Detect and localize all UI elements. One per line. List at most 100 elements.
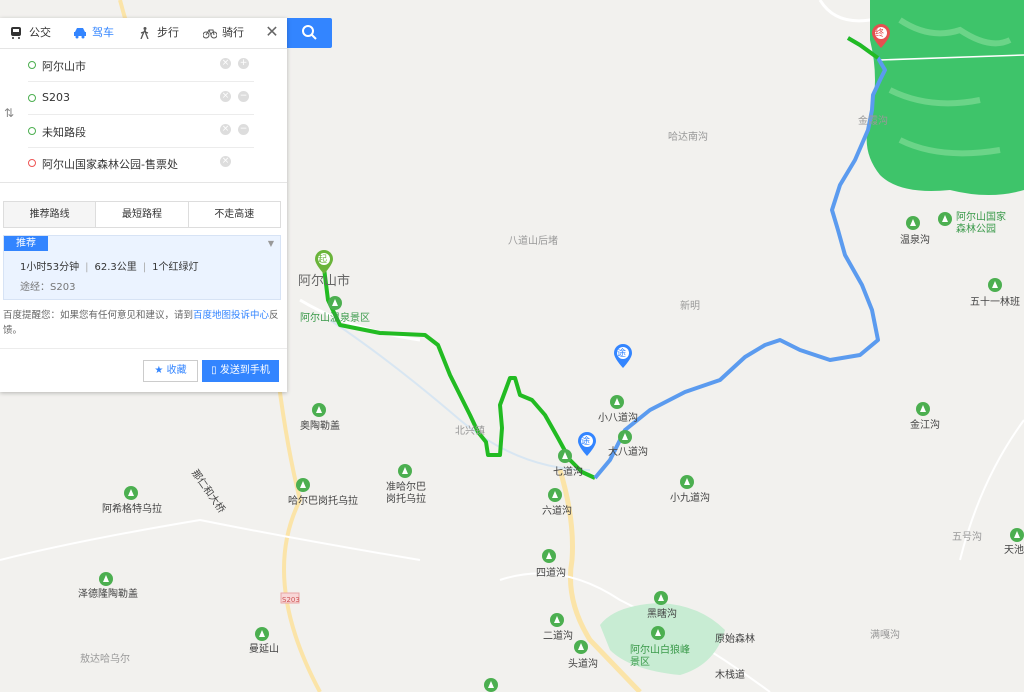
tree-poi-icon[interactable]: [484, 678, 498, 692]
place-label: 奥陶勒盖: [300, 421, 340, 432]
place-label: 黑瞎沟: [647, 609, 677, 620]
mode-car[interactable]: 驾车: [73, 18, 114, 48]
place-label: 哈达南沟: [668, 132, 708, 143]
place-label: 八道山后堵: [508, 236, 558, 247]
tab-no-highway[interactable]: 不走高速: [189, 202, 280, 227]
tree-poi-icon[interactable]: [916, 402, 930, 416]
bike-icon: [203, 29, 217, 39]
tree-poi-icon[interactable]: [548, 488, 562, 502]
waypoint-dot: [28, 94, 36, 102]
car-icon: [74, 28, 86, 39]
waypoint-label[interactable]: S203: [42, 91, 70, 104]
tree-poi-icon[interactable]: [558, 449, 572, 463]
poi-label[interactable]: 阿尔山国家 森林公园: [956, 212, 1006, 236]
place-label: 满嘎沟: [870, 630, 900, 641]
tree-poi-icon[interactable]: [651, 626, 665, 640]
place-label: 敖达哈乌尔: [80, 654, 130, 665]
forest-park-area: [866, 0, 1024, 195]
route-duration: 1小时53分钟: [20, 262, 80, 273]
waypoint-row[interactable]: 阿尔山国家森林公园-售票处 ×: [28, 147, 254, 179]
tab-recommended[interactable]: 推荐路线: [4, 202, 97, 227]
waypoint-label[interactable]: 阿尔山国家森林公园-售票处: [42, 156, 178, 172]
route-distance: 62.3公里: [94, 262, 137, 273]
tree-poi-icon[interactable]: [938, 212, 952, 226]
search-icon: [302, 25, 317, 40]
place-label: 七道沟: [553, 467, 583, 478]
complaint-center-link[interactable]: 百度地图投诉中心: [193, 310, 269, 321]
add-waypoint-icon[interactable]: +: [238, 58, 249, 69]
via-marker[interactable]: 途: [614, 344, 632, 368]
place-label: 头道沟: [568, 659, 598, 670]
place-label: 准哈尔巴 岗托乌拉: [386, 482, 426, 505]
waypoint-label[interactable]: 阿尔山市: [42, 58, 86, 74]
bus-icon: [11, 27, 21, 39]
place-label: 曼延山: [249, 644, 279, 655]
remove-icon[interactable]: ×: [220, 156, 231, 167]
remove-icon[interactable]: ×: [220, 58, 231, 69]
minus-icon[interactable]: −: [238, 124, 249, 135]
place-label: 金霞沟: [858, 116, 888, 127]
place-label: 小八道沟: [598, 413, 638, 424]
place-label: 大八道沟: [608, 447, 648, 458]
mode-walk[interactable]: 步行: [138, 18, 179, 48]
recommended-tag: 推荐: [4, 236, 48, 251]
city-label: 阿尔山市: [298, 274, 351, 289]
tree-poi-icon[interactable]: [550, 613, 564, 627]
star-icon: ★: [154, 365, 164, 376]
route-summary[interactable]: 推荐 ▼ 1小时53分钟 | 62.3公里 | 1个红绿灯 途经：S203: [3, 235, 281, 300]
tree-poi-icon[interactable]: [680, 475, 694, 489]
waypoint-dot: [28, 61, 36, 69]
waypoint-label[interactable]: 未知路段: [42, 124, 86, 140]
swap-icon[interactable]: ⇅: [4, 106, 14, 120]
via-marker[interactable]: 途: [578, 432, 596, 456]
remove-icon[interactable]: ×: [220, 124, 231, 135]
tree-poi-icon[interactable]: [654, 591, 668, 605]
poi-label[interactable]: 阿尔山白狼峰 景区: [630, 645, 690, 669]
route-options-tabs: 推荐路线 最短路程 不走高速: [3, 201, 281, 228]
end-marker[interactable]: 终: [872, 24, 890, 48]
chevron-down-icon[interactable]: ▼: [268, 239, 274, 248]
place-label: 阿希格特乌拉: [102, 504, 162, 515]
minus-icon[interactable]: −: [238, 91, 249, 102]
tree-poi-icon[interactable]: [988, 278, 1002, 292]
tree-poi-icon[interactable]: [1010, 528, 1024, 542]
place-label: 哈尔巴岗托乌拉: [288, 496, 358, 507]
route-traffic-lights: 1个红绿灯: [152, 262, 199, 273]
poi-label[interactable]: 木栈道: [715, 670, 745, 682]
tree-poi-icon[interactable]: [99, 572, 113, 586]
tree-poi-icon[interactable]: [542, 549, 556, 563]
favorite-button[interactable]: ★ 收藏: [143, 360, 198, 382]
place-label: 北兴镇: [455, 426, 485, 437]
send-to-phone-button[interactable]: ▯ 发送到手机: [202, 360, 279, 382]
remove-icon[interactable]: ×: [220, 91, 231, 102]
tree-poi-icon[interactable]: [124, 486, 138, 500]
tree-poi-icon[interactable]: [312, 403, 326, 417]
place-label: 五十一林班: [970, 297, 1020, 308]
place-label: 温泉沟: [900, 235, 930, 246]
route-via: 途经：S203: [20, 282, 76, 293]
tree-poi-icon[interactable]: [610, 395, 624, 409]
poi-label[interactable]: 阿尔山温泉景区: [300, 313, 370, 325]
place-label: 二道沟: [543, 631, 573, 642]
place-label: 金江沟: [910, 420, 940, 431]
transport-modes: 公交 驾车 步行 骑行 ✕: [0, 18, 287, 49]
place-label: 泽德隆陶勒盖: [78, 589, 138, 600]
tab-shortest[interactable]: 最短路程: [96, 202, 189, 227]
poi-label[interactable]: 原始森林: [715, 634, 755, 646]
waypoint-row[interactable]: 阿尔山市 × +: [28, 49, 254, 82]
tree-poi-icon[interactable]: [328, 296, 342, 310]
tree-poi-icon[interactable]: [906, 216, 920, 230]
start-marker[interactable]: 起: [315, 250, 333, 274]
place-label: 四道沟: [536, 568, 566, 579]
tree-poi-icon[interactable]: [398, 464, 412, 478]
mode-bus[interactable]: 公交: [10, 18, 51, 48]
tree-poi-icon[interactable]: [618, 430, 632, 444]
tree-poi-icon[interactable]: [574, 640, 588, 654]
mode-bike[interactable]: 骑行: [203, 18, 244, 48]
waypoint-row[interactable]: 未知路段 × −: [28, 115, 254, 148]
tree-poi-icon[interactable]: [255, 627, 269, 641]
search-button[interactable]: [287, 18, 332, 48]
waypoint-row[interactable]: S203 × −: [28, 82, 254, 115]
tree-poi-icon[interactable]: [296, 478, 310, 492]
close-icon[interactable]: ✕: [262, 22, 282, 42]
